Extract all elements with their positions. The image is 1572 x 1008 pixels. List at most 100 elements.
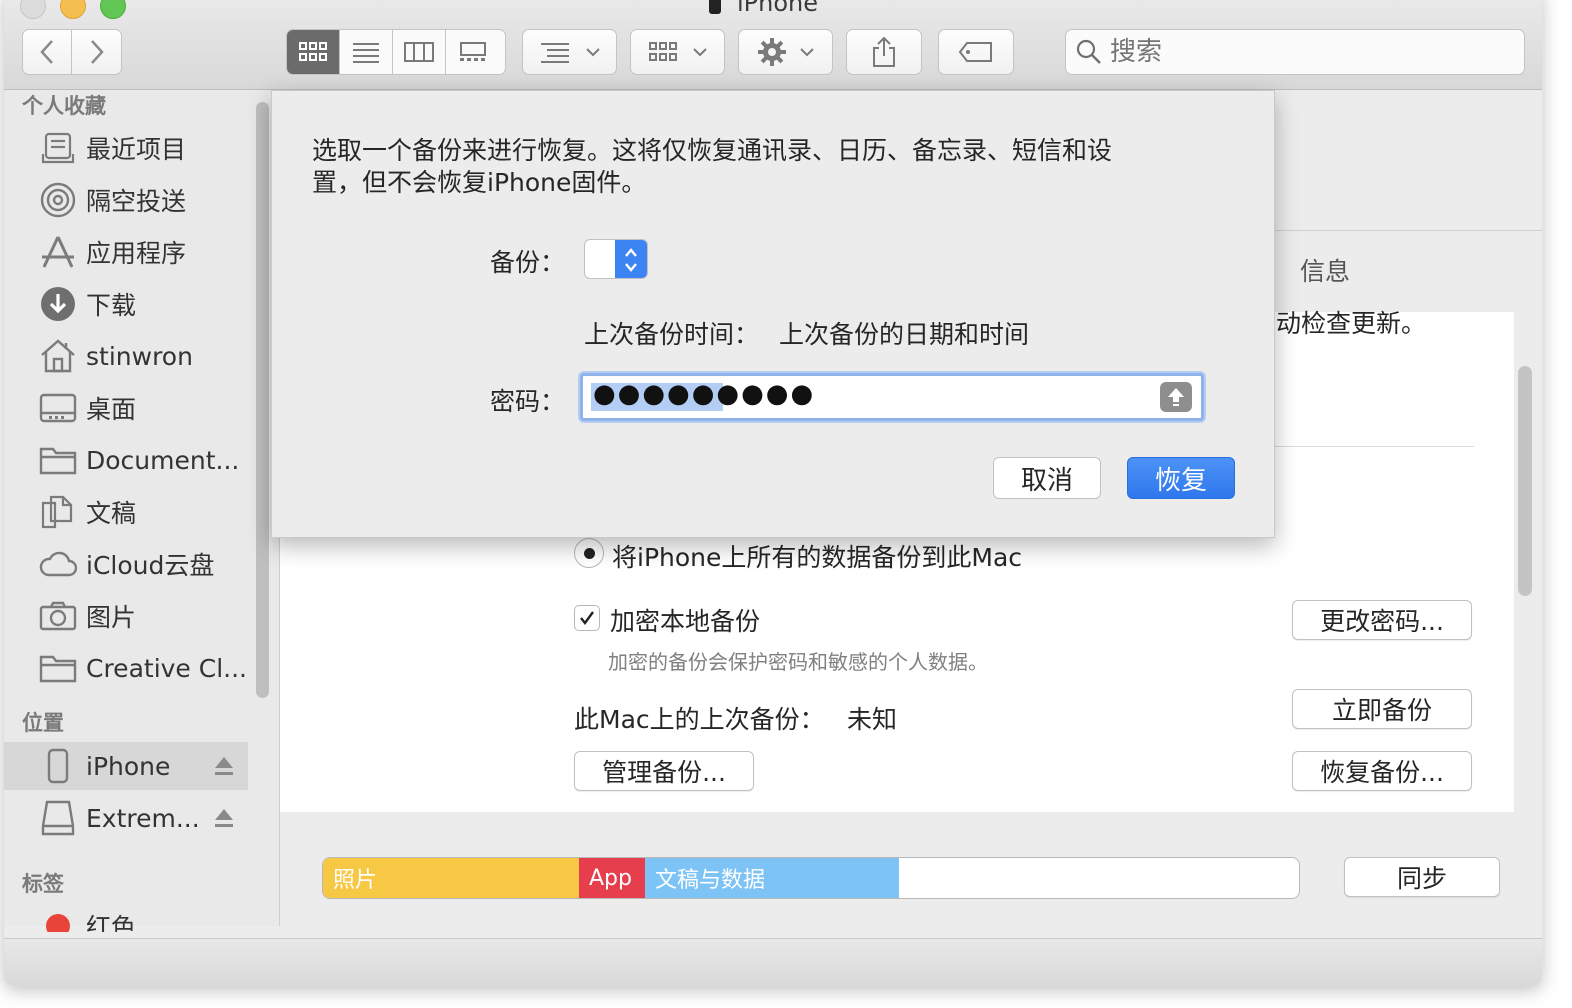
view-mode-control [286, 29, 506, 75]
backup-to-mac-radio[interactable] [574, 538, 604, 568]
restore-backup-button[interactable]: 恢复备份... [1292, 751, 1472, 791]
locations-header: 位置 [22, 711, 64, 735]
sidebar-item-tag-red[interactable]: 红色 [4, 902, 248, 932]
sync-button[interactable]: 同步 [1344, 857, 1500, 897]
sidebar-item-downloads[interactable]: 下载 [4, 280, 248, 328]
sidebar-item-pictures[interactable]: 图片 [4, 592, 248, 640]
restore-button[interactable]: 恢复 [1127, 457, 1235, 499]
last-backup-time-value: 上次备份的日期和时间 [779, 320, 1030, 349]
toolbar: iPhone [4, 0, 1542, 90]
storage-bar: 照片 App 文稿与数据 [322, 857, 1300, 899]
column-view-button[interactable] [393, 30, 446, 74]
icloud-icon [38, 544, 78, 584]
tab-info[interactable]: 信息 [1300, 252, 1350, 288]
recents-icon [38, 128, 78, 168]
chevron-down-icon [692, 48, 707, 57]
sidebar-item-applications[interactable]: 应用程序 [4, 228, 248, 276]
sidebar-item-label: 隔空投送 [86, 187, 187, 216]
sidebar-item-label: 应用程序 [86, 239, 187, 268]
sidebar-item-creative-cloud[interactable]: Creative Cl... [4, 644, 248, 692]
change-password-button[interactable]: 更改密码... [1292, 600, 1472, 640]
storage-segment: App [579, 858, 645, 898]
tag-icon [958, 42, 992, 62]
password-field[interactable]: ●●●●●●●●● [580, 373, 1204, 421]
password-label: 密码： [490, 387, 566, 416]
up-down-chevron-icon [625, 248, 637, 272]
close-window-button[interactable] [20, 0, 46, 19]
encrypt-label: 加密本地备份 [610, 607, 761, 636]
sidebar-item-label: 文稿 [86, 499, 137, 528]
checkmark-icon [580, 611, 594, 625]
sheet-message-line-2: 置，但不会恢复iPhone固件。 [312, 168, 647, 197]
search-field[interactable] [1065, 29, 1525, 75]
camera-icon [38, 596, 78, 636]
gallery-icon [459, 42, 486, 61]
folder-icon [38, 648, 78, 688]
red-tag-icon [38, 902, 78, 932]
sidebar-item-label: iPhone [86, 751, 171, 781]
arrange-button[interactable] [630, 29, 725, 75]
group-by-button[interactable] [522, 29, 617, 75]
sidebar-item-home[interactable]: stinwron [4, 332, 248, 380]
search-input[interactable] [1110, 37, 1490, 67]
content-scrollbar[interactable] [1518, 366, 1532, 596]
backup-to-mac-label: 将iPhone上所有的数据备份到此Mac [612, 543, 1023, 572]
tab-bar-divider [1274, 230, 1542, 231]
arrange-grid-icon [648, 42, 677, 61]
tag-button[interactable] [938, 29, 1014, 75]
section-divider [1274, 446, 1474, 447]
backup-now-button[interactable]: 立即备份 [1292, 689, 1472, 729]
gallery-view-button[interactable] [446, 30, 499, 74]
chevron-left-icon [40, 40, 53, 64]
downloads-icon [38, 284, 78, 324]
sidebar-item-iphone[interactable]: iPhone [4, 742, 248, 790]
sidebar-item-label: 下载 [86, 291, 137, 320]
encrypt-checkbox[interactable] [574, 605, 600, 631]
sheet-message-line-1: 选取一个备份来进行恢复。这将仅恢复通讯录、日历、备忘录、短信和设 [312, 136, 1113, 165]
minimize-window-button[interactable] [60, 0, 86, 19]
gear-icon [757, 38, 786, 66]
sidebar-item-label: 图片 [86, 603, 137, 632]
share-button[interactable] [846, 29, 922, 75]
zoom-window-button[interactable] [100, 0, 126, 19]
backup-select[interactable] [584, 239, 648, 279]
sidebar-item-label: 红色 [86, 913, 137, 932]
password-input[interactable]: ●●●●●●●●● [593, 379, 815, 409]
manage-backups-button[interactable]: 管理备份... [574, 751, 754, 791]
backup-label: 备份： [490, 248, 566, 277]
sidebar-item-label: Creative Cl... [86, 653, 247, 683]
list-icon [353, 43, 379, 63]
last-backup-label: 此Mac上的上次备份： [574, 705, 825, 734]
sidebar-item-recents[interactable]: 最近项目 [4, 124, 248, 172]
favorites-header: 个人收藏 [22, 94, 106, 118]
cancel-button[interactable]: 取消 [993, 457, 1101, 499]
list-view-button[interactable] [340, 30, 393, 74]
eject-icon[interactable] [214, 755, 234, 777]
sidebar-item-airdrop[interactable]: 隔空投送 [4, 176, 248, 224]
airdrop-icon [38, 180, 78, 220]
search-icon [1076, 39, 1101, 64]
sidebar-item-label: Document... [86, 445, 240, 475]
drive-icon [38, 798, 78, 838]
update-text: 动检查更新。 [1276, 309, 1427, 338]
sidebar-item-icloud[interactable]: iCloud云盘 [4, 540, 248, 588]
iphone-title-icon [709, 0, 721, 14]
eject-icon[interactable] [214, 807, 234, 829]
sidebar-item-label: Extrem... [86, 803, 200, 833]
sidebar-item-external-drive[interactable]: Extrem... [4, 794, 248, 842]
folder-icon [38, 440, 78, 480]
back-button[interactable] [22, 29, 72, 75]
sidebar-item-label: 最近项目 [86, 135, 187, 164]
sidebar-scrollbar[interactable] [256, 102, 269, 698]
action-button[interactable] [738, 29, 833, 75]
sidebar-item-desktop[interactable]: 桌面 [4, 384, 248, 432]
forward-button[interactable] [71, 29, 122, 75]
chevron-right-icon [90, 40, 104, 64]
storage-segment: 文稿与数据 [645, 858, 899, 898]
sidebar-item-docs[interactable]: 文稿 [4, 488, 248, 536]
radio-dot [583, 547, 595, 559]
sidebar-item-documents-folder[interactable]: Document... [4, 436, 248, 484]
icon-view-button[interactable] [287, 30, 340, 74]
share-icon [873, 36, 895, 67]
sidebar-item-label: 桌面 [86, 395, 137, 424]
